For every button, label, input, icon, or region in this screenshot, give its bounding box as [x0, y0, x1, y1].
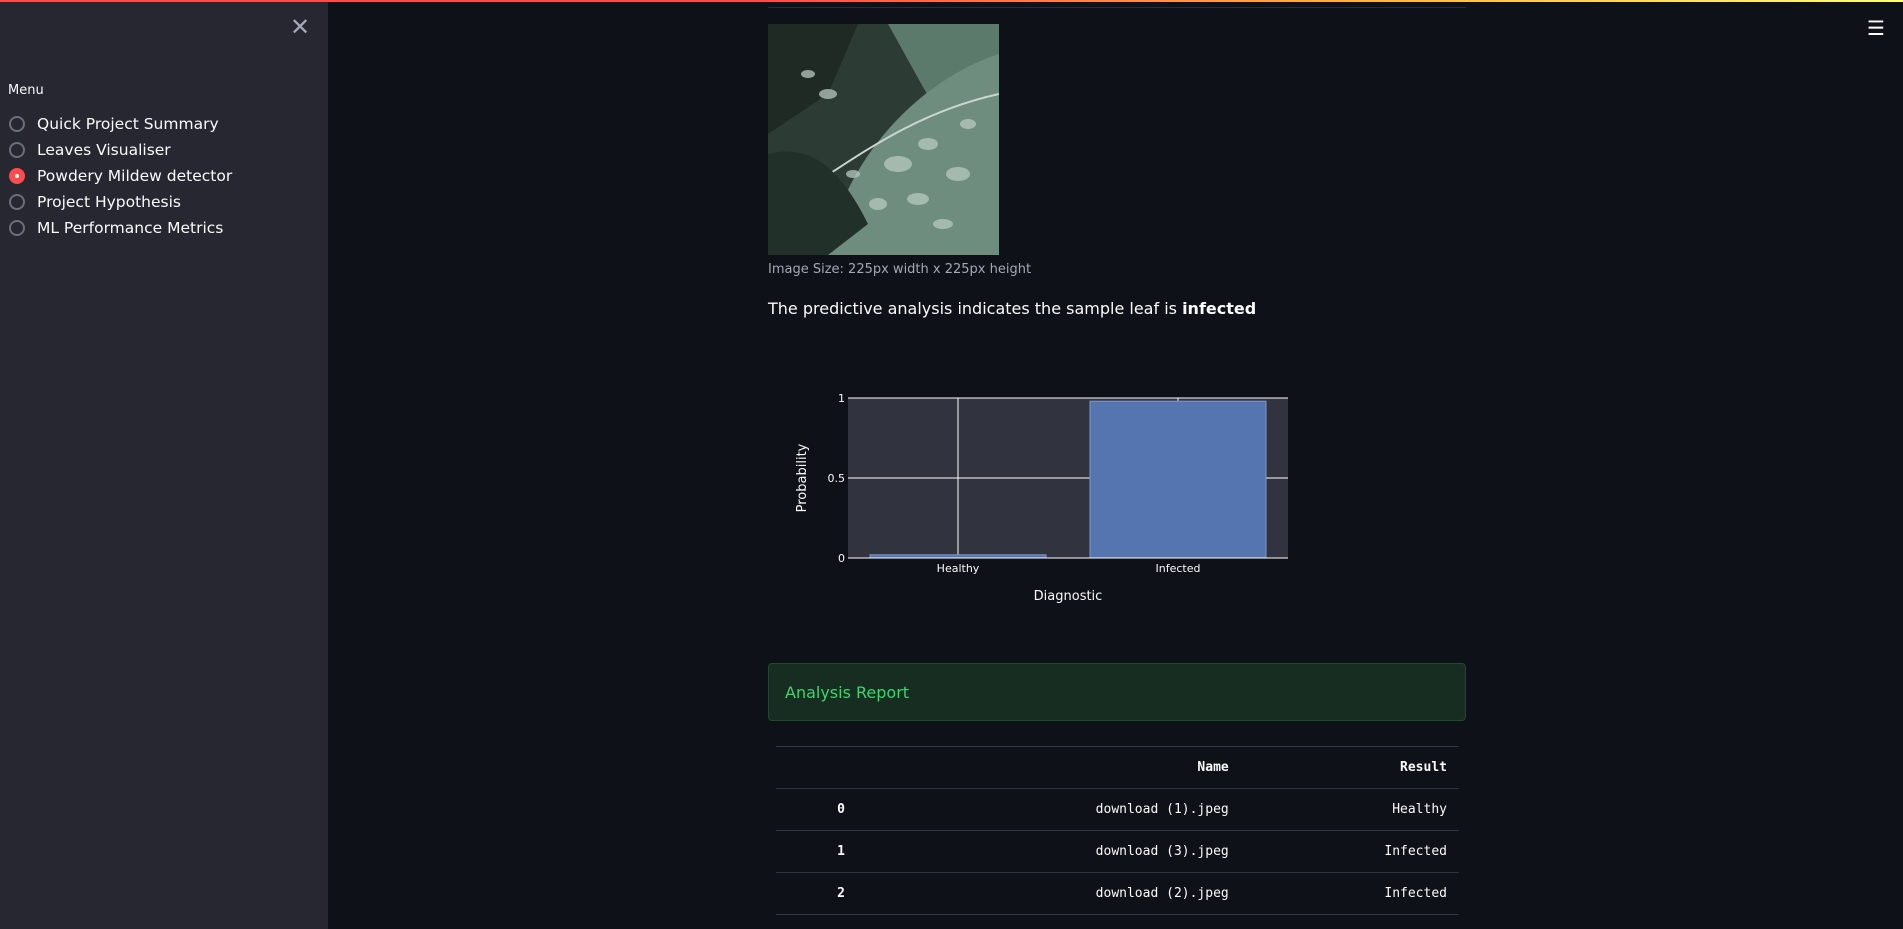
- y-tick-label: 0.5: [828, 472, 846, 485]
- probability-bar-chart: 0 0.5 1 Healthy Infected Diagnostic Probabilit…: [795, 392, 1288, 604]
- y-tick-label: 1: [838, 392, 845, 405]
- menu-item-leaves-visualiser[interactable]: Leaves Visualiser: [9, 137, 232, 163]
- row-index: 2: [776, 872, 845, 915]
- prediction-prefix: The predictive analysis indicates the sa…: [768, 299, 1183, 318]
- x-tick-label: Healthy: [937, 562, 980, 575]
- menu-item-ml-performance-metrics[interactable]: ML Performance Metrics: [9, 215, 232, 241]
- row-result: Infected: [1240, 872, 1459, 915]
- column-header-index: [776, 746, 845, 789]
- x-axis-label: Diagnostic: [1034, 589, 1103, 604]
- menu-item-label: Powdery Mildew detector: [37, 167, 233, 185]
- probability-chart: 0 0.5 1 Healthy Infected Diagnostic Probabilit…: [768, 380, 1308, 610]
- menu-radio-group: Quick Project Summary Leaves Visualiser …: [9, 111, 232, 241]
- row-name: download (3).jpeg: [845, 830, 1241, 873]
- y-tick-label: 0: [838, 552, 845, 565]
- analysis-report-table: Name Result 0 download (1).jpeg Healthy …: [776, 746, 1459, 915]
- row-index: 1: [776, 830, 845, 873]
- prediction-text: The predictive analysis indicates the sa…: [768, 299, 1256, 318]
- menu-item-label: Quick Project Summary: [37, 115, 219, 133]
- radio-icon[interactable]: [9, 116, 25, 132]
- radio-icon[interactable]: [9, 142, 25, 158]
- menu-item-project-hypothesis[interactable]: Project Hypothesis: [9, 189, 232, 215]
- menu-label: Menu: [8, 83, 44, 98]
- hamburger-menu-icon[interactable]: ☰: [1866, 18, 1886, 38]
- radio-icon[interactable]: [9, 220, 25, 236]
- table-row: 0 download (1).jpeg Healthy: [776, 788, 1459, 831]
- radio-selected-icon[interactable]: [9, 168, 25, 184]
- menu-item-label: ML Performance Metrics: [37, 219, 224, 237]
- row-index: 0: [776, 788, 845, 831]
- analysis-report-alert: Analysis Report: [768, 663, 1466, 721]
- column-header-name: Name: [845, 746, 1241, 789]
- menu-item-label: Leaves Visualiser: [37, 141, 171, 159]
- prediction-result: infected: [1182, 299, 1257, 318]
- menu-item-label: Project Hypothesis: [37, 193, 182, 211]
- menu-item-quick-project-summary[interactable]: Quick Project Summary: [9, 111, 232, 137]
- radio-icon[interactable]: [9, 194, 25, 210]
- x-tick-label: Infected: [1156, 562, 1201, 575]
- y-axis-label: Probability: [795, 443, 810, 512]
- row-name: download (1).jpeg: [845, 788, 1241, 831]
- table-row: 1 download (3).jpeg Infected: [776, 830, 1459, 873]
- bar-infected: [1089, 400, 1267, 559]
- table-row: 2 download (2).jpeg Infected: [776, 872, 1459, 915]
- close-icon[interactable]: ✕: [287, 14, 313, 40]
- row-result: Healthy: [1240, 788, 1459, 831]
- leaf-sample-image: [768, 24, 999, 255]
- top-decoration-bar: [0, 0, 1903, 2]
- table-header-row: Name Result: [776, 746, 1459, 789]
- column-header-result: Result: [1240, 746, 1459, 789]
- menu-item-powdery-mildew-detector[interactable]: Powdery Mildew detector: [9, 163, 232, 189]
- sidebar: ✕ Menu Quick Project Summary Leaves Visu…: [0, 0, 328, 929]
- image-caption: Image Size: 225px width x 225px height: [768, 262, 1032, 277]
- analysis-report-title: Analysis Report: [785, 682, 910, 702]
- row-name: download (2).jpeg: [845, 872, 1241, 915]
- row-result: Infected: [1240, 830, 1459, 873]
